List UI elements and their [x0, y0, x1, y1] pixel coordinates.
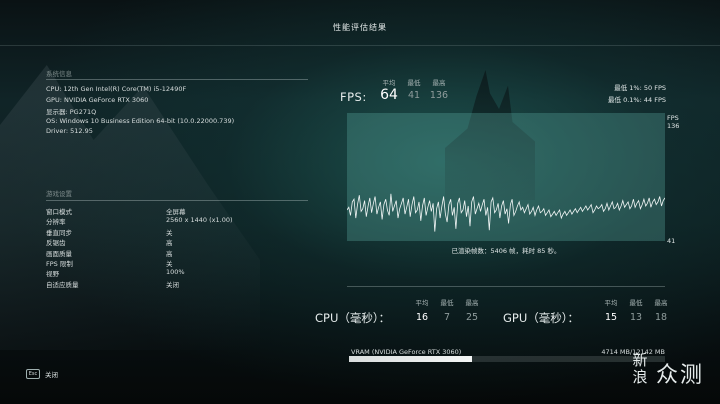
page-title: 性能评估结果	[333, 23, 387, 32]
gpu-max-value: 18	[654, 312, 668, 323]
fps-chart	[347, 193, 665, 232]
setting-label: 分辨率	[46, 218, 66, 227]
fps-label: FPS:	[340, 90, 367, 104]
system-cpu: CPU: 12th Gen Intel(R) Core(TM) i5-12490…	[46, 85, 187, 93]
setting-value: 全屏幕	[166, 208, 186, 216]
fps-min-value: 41	[407, 90, 421, 101]
chart-axis-min: 41	[667, 237, 676, 245]
setting-value: 关	[166, 260, 173, 268]
setting-value: 100%	[166, 268, 185, 277]
low-01pct: 最低 0.1%: 44 FPS	[608, 94, 666, 104]
chart-axis-max: 136	[667, 122, 680, 130]
gpu-min-heading: 最低	[629, 299, 643, 307]
gpu-min-value: 13	[629, 312, 643, 323]
setting-label: FPS 限制	[46, 260, 73, 268]
header-divider	[0, 45, 720, 46]
cpu-label: CPU（毫秒）：	[315, 311, 391, 325]
fps-avg-value: 64	[380, 87, 398, 103]
system-monitor: 显示器: PG271Q	[46, 108, 97, 116]
low-01pct-label: 最低 0.1%:	[608, 96, 642, 104]
system-gpu: GPU: NVIDIA GeForce RTX 3060	[46, 96, 149, 104]
watermark-text-a: 新浪	[632, 351, 648, 386]
close-button[interactable]: 关闭	[45, 369, 58, 379]
gpu-avg-value: 15	[604, 312, 618, 323]
fps-max-value: 136	[429, 90, 449, 101]
chart-axis-unit: FPS	[667, 114, 679, 122]
setting-label: 窗口模式	[46, 208, 72, 216]
fps-min-heading: 最低	[407, 79, 421, 87]
fps-max-heading: 最高	[432, 79, 446, 87]
system-heading: 系统信息	[46, 70, 72, 78]
fps-avg-heading: 平均	[382, 79, 396, 87]
low-1pct: 最低 1%: 50 FPS	[614, 82, 666, 92]
cpu-max-heading: 最高	[465, 299, 479, 307]
cpu-min-heading: 最低	[440, 299, 454, 307]
setting-label: 画面质量	[46, 249, 72, 258]
settings-divider	[46, 200, 308, 201]
watermark-logo: 新浪 众测	[631, 352, 715, 398]
cpu-avg-value: 16	[415, 312, 429, 323]
vram-bar	[349, 356, 665, 362]
low-1pct-label: 最低 1%:	[614, 84, 642, 92]
setting-label: 自适应质量	[46, 280, 79, 289]
vram-label: VRAM (NVIDIA GeForce RTX 3060)	[351, 348, 462, 356]
gpu-label: GPU（毫秒）：	[503, 311, 580, 325]
setting-label: 垂直同步	[46, 228, 72, 237]
gpu-max-heading: 最高	[654, 299, 668, 307]
setting-value: 关闭	[166, 280, 179, 289]
settings-heading: 游戏设置	[46, 190, 72, 198]
esc-key-icon[interactable]: Esc	[26, 369, 40, 379]
chart-axis-top: FPS 136	[667, 114, 679, 130]
vram-bar-fill	[349, 356, 472, 362]
section-divider	[347, 286, 665, 287]
cpu-max-value: 25	[465, 312, 479, 323]
system-os: OS: Windows 10 Business Edition 64-bit (…	[46, 117, 235, 125]
setting-label: 视野	[46, 270, 59, 279]
watermark-text-b: 众测	[656, 363, 705, 388]
setting-value: 2560 x 1440 (x1.00)	[166, 216, 233, 225]
gpu-avg-heading: 平均	[604, 299, 618, 307]
system-divider	[46, 79, 308, 80]
low-01pct-value: 44 FPS	[643, 96, 666, 104]
rendered-frames-text: 已渲染帧数：5406 帧，耗时 85 秒。	[451, 247, 561, 255]
setting-value: 高	[166, 249, 173, 258]
setting-value: 高	[166, 239, 173, 248]
setting-value: 关	[166, 228, 173, 237]
cpu-min-value: 7	[443, 312, 451, 323]
low-1pct-value: 50 FPS	[643, 84, 666, 92]
setting-label: 反锯齿	[46, 239, 66, 248]
fps-series-line	[347, 193, 665, 232]
system-driver: Driver: 512.95	[46, 127, 93, 135]
cpu-avg-heading: 平均	[415, 299, 429, 307]
